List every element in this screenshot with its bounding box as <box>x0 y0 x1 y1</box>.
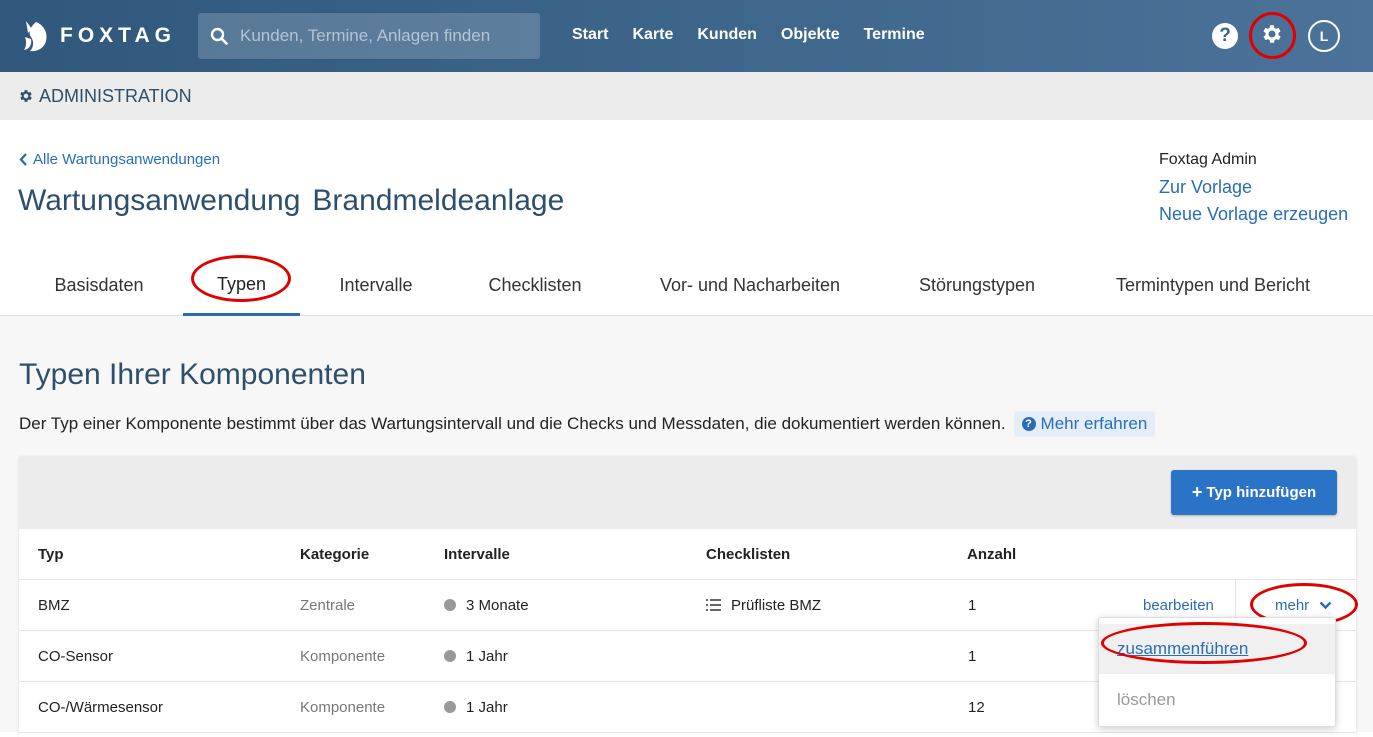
more-dropdown-menu: zusammenführen löschen <box>1098 617 1336 727</box>
tab-stoerungstypen[interactable]: Störungstypen <box>892 255 1062 316</box>
nav-karte[interactable]: Karte <box>620 22 685 48</box>
row-kategorie: Komponente <box>300 698 386 716</box>
section-title: Typen Ihrer Komponenten <box>19 358 366 391</box>
col-intervalle: Intervalle <box>444 545 510 563</box>
tab-basisdaten[interactable]: Basisdaten <box>32 255 166 316</box>
nav-start[interactable]: Start <box>560 22 620 48</box>
page-title-main: Wartungsanwendung <box>18 184 301 217</box>
search-icon <box>198 13 240 59</box>
nav-objekte[interactable]: Objekte <box>769 22 852 48</box>
link-template[interactable]: Zur Vorlage <box>1159 177 1348 198</box>
search-input[interactable] <box>240 26 530 46</box>
section-description: Der Typ einer Komponente bestimmt über d… <box>19 411 1156 437</box>
question-icon: ? <box>1021 417 1036 431</box>
gear-icon <box>1260 22 1284 51</box>
row-intervall-text: 3 Monate <box>466 596 529 614</box>
more-link: mehr <box>1275 597 1332 614</box>
chevron-left-icon <box>19 153 27 166</box>
brand-name: FOXTAG <box>60 24 176 47</box>
tab-checklisten[interactable]: Checklisten <box>462 255 608 316</box>
row-intervall-text: 1 Jahr <box>466 698 508 716</box>
menu-item-merge[interactable]: zusammenführen <box>1099 624 1335 674</box>
add-type-label: Typ hinzufügen <box>1206 484 1317 501</box>
col-kategorie: Kategorie <box>300 545 370 563</box>
back-link[interactable]: Alle Wartungsanwendungen <box>19 151 220 168</box>
row-kategorie: Zentrale <box>300 596 356 614</box>
more-label: mehr <box>1275 596 1310 614</box>
table-header: Typ Kategorie Intervalle Checklisten Anz… <box>19 529 1356 580</box>
table-toolbar: + Typ hinzufügen <box>19 457 1356 529</box>
tab-termintypen-und-bericht[interactable]: Termintypen und Bericht <box>1090 255 1336 316</box>
col-typ: Typ <box>38 545 64 563</box>
tab-intervalle[interactable]: Intervalle <box>318 255 434 316</box>
plus-icon: + <box>1191 482 1203 502</box>
main-nav: Start Karte Kunden Objekte Termine <box>560 22 937 48</box>
row-kategorie: Komponente <box>300 647 386 665</box>
row-typ: CO-Sensor <box>38 647 114 665</box>
tab-vor-und-nacharbeiten[interactable]: Vor- und Nacharbeiten <box>636 255 864 316</box>
admin-bar: ADMINISTRATION <box>0 72 1373 120</box>
tab-bar: Basisdaten Typen Intervalle Checklisten … <box>0 255 1373 316</box>
row-anzahl: 12 <box>968 698 985 716</box>
nav-kunden[interactable]: Kunden <box>685 22 769 48</box>
col-checklisten: Checklisten <box>706 545 791 563</box>
settings-button[interactable] <box>1252 16 1292 56</box>
admin-bar-title: ADMINISTRATION <box>39 85 192 106</box>
brand-logo[interactable]: FOXTAG <box>22 18 176 54</box>
global-search[interactable] <box>198 13 540 59</box>
interval-dot-icon <box>444 650 456 662</box>
template-info: Foxtag Admin Zur Vorlage Neue Vorlage er… <box>1159 151 1348 225</box>
row-intervall: 1 Jahr <box>444 631 508 681</box>
page-title-sub: Brandmeldeanlage <box>312 184 565 217</box>
nav-termine[interactable]: Termine <box>852 22 937 48</box>
section-description-text: Der Typ einer Komponente bestimmt über d… <box>19 414 1006 433</box>
learn-more-label: Mehr erfahren <box>1040 414 1148 433</box>
interval-dot-icon <box>444 599 456 611</box>
row-anzahl: 1 <box>968 647 977 665</box>
menu-item-delete[interactable]: löschen <box>1099 678 1335 722</box>
chevron-down-icon <box>1319 601 1332 609</box>
row-intervall-text: 1 Jahr <box>466 647 508 665</box>
help-icon[interactable]: ? <box>1212 23 1238 49</box>
row-typ: BMZ <box>38 596 70 614</box>
row-checkliste[interactable]: Prüfliste BMZ <box>706 580 821 630</box>
back-link-label: Alle Wartungsanwendungen <box>33 151 221 168</box>
top-navbar: FOXTAG Start Karte Kunden Objekte Termin… <box>0 0 1373 72</box>
interval-dot-icon <box>444 701 456 713</box>
row-typ: CO-/Wärmesensor <box>38 698 164 716</box>
link-new-template[interactable]: Neue Vorlage erzeugen <box>1159 204 1348 225</box>
row-intervall: 3 Monate <box>444 580 529 630</box>
row-anzahl: 1 <box>968 596 977 614</box>
col-anzahl: Anzahl <box>967 545 1017 563</box>
template-owner: Foxtag Admin <box>1159 151 1257 168</box>
user-avatar[interactable]: L <box>1308 20 1340 52</box>
gear-icon <box>18 88 34 104</box>
add-type-button[interactable]: + Typ hinzufügen <box>1171 470 1337 515</box>
fox-logo-icon <box>22 19 50 53</box>
list-icon <box>706 599 721 611</box>
row-checkliste-text: Prüfliste BMZ <box>731 596 822 614</box>
tab-typen[interactable]: Typen <box>183 255 300 316</box>
row-intervall: 1 Jahr <box>444 682 508 732</box>
learn-more-link[interactable]: ? Mehr erfahren <box>1013 411 1156 437</box>
page-title: Wartungsanwendung Brandmeldeanlage <box>18 184 564 218</box>
